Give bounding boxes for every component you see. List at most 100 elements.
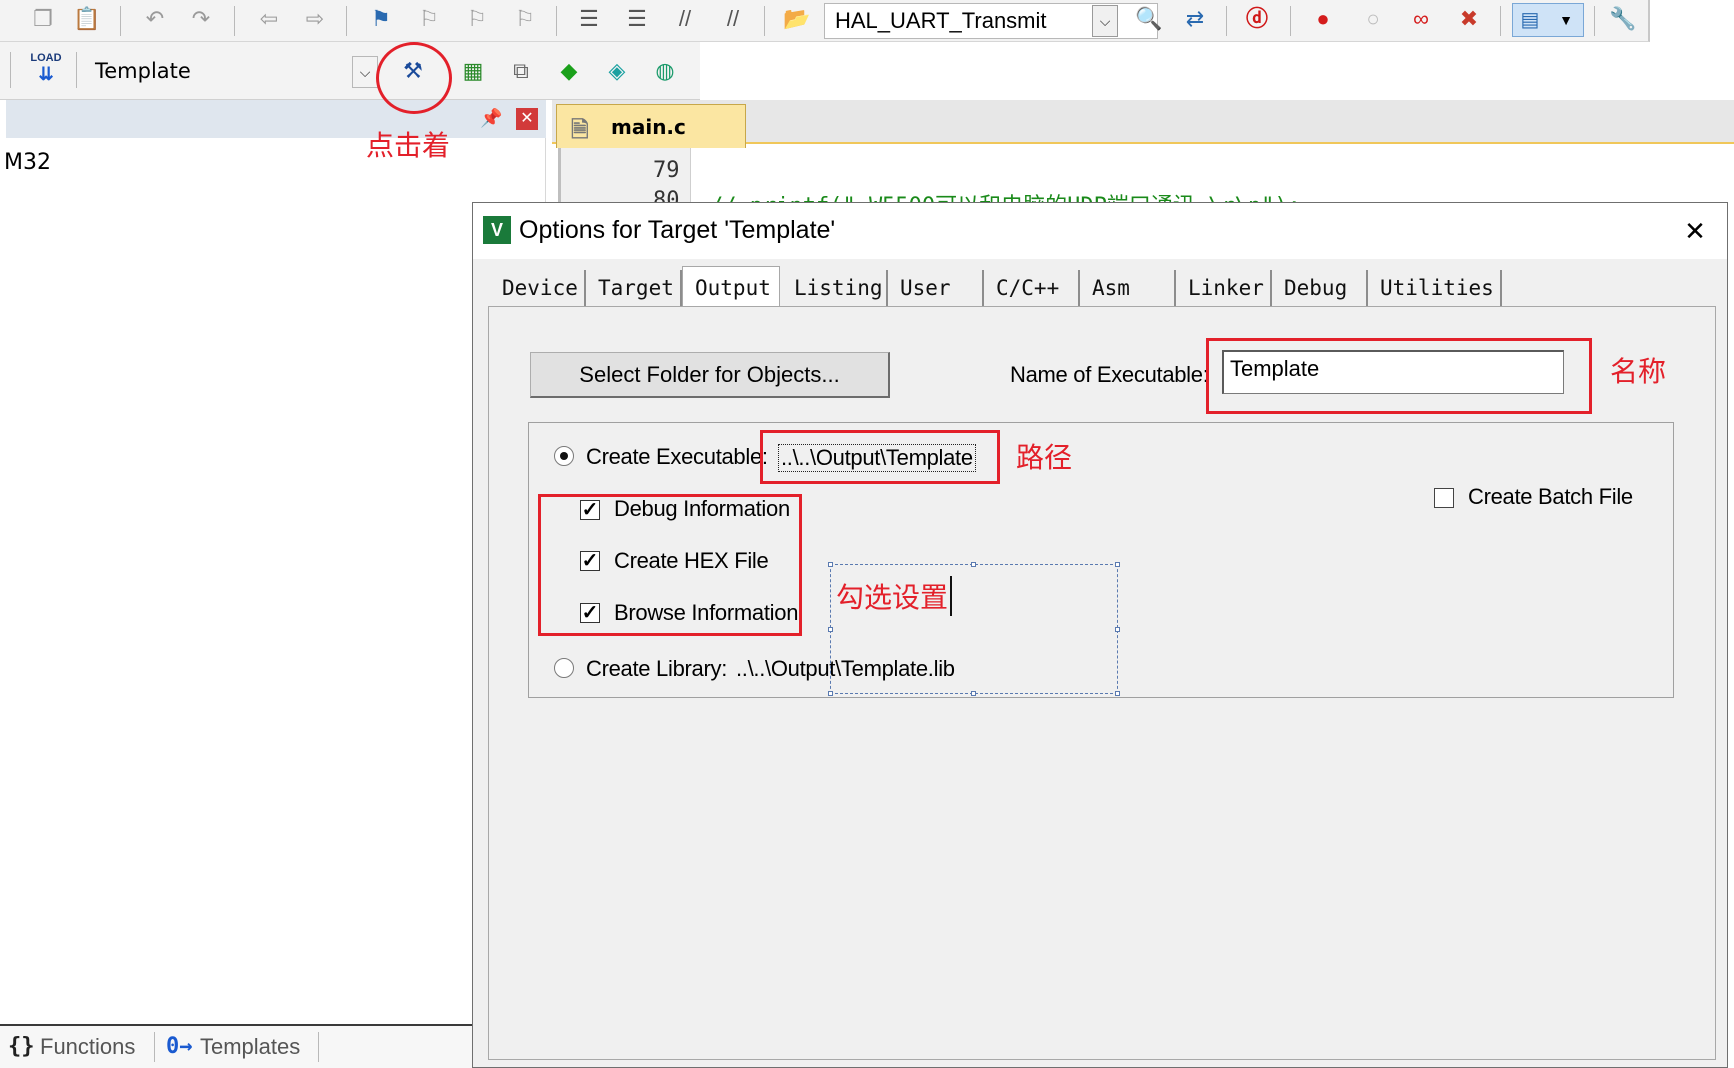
tab-utilities[interactable]: Utilities <box>1368 270 1502 306</box>
tab-main-c[interactable]: main.c 🗎 <box>556 104 746 148</box>
tab-debug[interactable]: Debug <box>1272 270 1368 306</box>
close-icon[interactable]: ✕ <box>1673 211 1717 251</box>
tab-target[interactable]: Target <box>586 270 682 306</box>
separator <box>1594 6 1595 36</box>
chevron-down-icon[interactable]: ⌵ <box>352 56 378 88</box>
resize-handle[interactable] <box>828 627 833 632</box>
bookmark-prev-icon[interactable]: ⚐ <box>414 4 444 34</box>
copy-icon[interactable]: ❐ <box>28 4 58 34</box>
nav-back-icon[interactable]: ⇦ <box>254 4 284 34</box>
download-arrow-icon: ⇊ <box>38 64 54 84</box>
download-icon[interactable]: LOAD ⇊ <box>26 52 66 88</box>
uncomment-icon[interactable]: // <box>718 4 748 34</box>
load-label: LOAD <box>30 52 62 64</box>
annotation-click: 点击着 <box>366 130 451 161</box>
annotation-name: 名称 <box>1610 356 1667 387</box>
separator <box>234 6 235 36</box>
tab-linker[interactable]: Linker <box>1176 270 1272 306</box>
tab-listing[interactable]: Listing <box>782 270 888 306</box>
create-batch-file-checkbox[interactable] <box>1434 488 1454 508</box>
configure-icon[interactable]: 🔧 <box>1608 4 1638 34</box>
manage-runtime-icon[interactable]: ◈ <box>602 56 632 86</box>
create-batch-file-label: Create Batch File <box>1468 484 1633 509</box>
find-replace-icon[interactable]: ⇄ <box>1180 4 1210 34</box>
templates-icon: 0→ <box>166 1034 193 1059</box>
tab-asm[interactable]: Asm <box>1080 270 1176 306</box>
unindent-icon[interactable]: ☰ <box>622 4 652 34</box>
tab-cpp[interactable]: C/C++ <box>984 270 1080 306</box>
keil-app-icon: V <box>483 216 511 244</box>
target-combo-value: Template <box>95 59 191 83</box>
line-number-gutter: 79 80 <box>561 148 691 213</box>
resize-handle[interactable] <box>1115 691 1120 696</box>
tab-device[interactable]: Device <box>490 270 586 306</box>
main-toolbar: ❐ 📋 ↶ ↷ ⇦ ⇨ ⚑ ⚐ ⚐ ⚐ ☰ ☰ // // 📂 HAL_UART… <box>0 0 1650 42</box>
resize-handle[interactable] <box>971 562 976 567</box>
separator <box>120 6 121 36</box>
pack-installer-icon[interactable]: ◍ <box>650 56 680 86</box>
breakpoint-disable-icon[interactable]: ○ <box>1358 4 1388 34</box>
breakpoint-disable-all-icon[interactable]: ∞ <box>1406 4 1436 34</box>
functions-icon: {} <box>8 1034 35 1059</box>
chevron-down-icon[interactable]: ⌵ <box>1092 5 1118 37</box>
click-highlight-circle <box>376 42 452 114</box>
paste-icon[interactable]: 📋 <box>72 4 102 34</box>
separator <box>10 52 11 88</box>
separator <box>76 52 77 88</box>
target-combo[interactable]: Template <box>84 53 394 89</box>
window-layout-button[interactable]: ▤ ▼ <box>1512 3 1584 37</box>
line-number: 79 <box>653 158 680 183</box>
window-layout-icon: ▤ <box>1520 9 1540 31</box>
pin-icon[interactable]: 📌 <box>480 108 502 130</box>
indent-icon[interactable]: ☰ <box>574 4 604 34</box>
comment-icon[interactable]: // <box>670 4 700 34</box>
separator <box>154 1032 155 1062</box>
find-icon[interactable]: 🔍 <box>1134 4 1164 34</box>
find-in-files-icon[interactable]: 📂 <box>782 4 812 34</box>
bookmark-next-icon[interactable]: ⚐ <box>462 4 492 34</box>
annotation-check-box <box>538 494 802 636</box>
resize-handle[interactable] <box>1115 627 1120 632</box>
build-toolbar: LOAD ⇊ Template ⌵ ⚒ ▦ ⧉ ◆ ◈ ◍ <box>0 42 700 100</box>
nav-forward-icon[interactable]: ⇨ <box>300 4 330 34</box>
breakpoint-kill-all-icon[interactable]: ✖ <box>1454 4 1484 34</box>
undo-icon[interactable]: ↶ <box>140 4 170 34</box>
create-executable-label: Create Executable: <box>586 444 768 469</box>
annotation-path-box <box>760 430 1000 484</box>
breakpoint-icon[interactable]: ● <box>1308 4 1338 34</box>
annotation-name-box <box>1206 338 1592 414</box>
separator <box>764 6 765 36</box>
tab-templates[interactable]: Templates <box>200 1034 300 1060</box>
separator <box>556 6 557 36</box>
create-library-radio[interactable] <box>554 658 574 678</box>
editor-tab-label: main.c <box>611 114 686 139</box>
annotation-path: 路径 <box>1016 442 1073 473</box>
project-panel-header: 📌 ✕ <box>6 100 546 138</box>
separator <box>346 6 347 36</box>
bookmark-icon[interactable]: ⚑ <box>366 4 396 34</box>
separator <box>1226 6 1227 36</box>
manage-components-icon[interactable]: ▦ <box>458 56 488 86</box>
annotation-check[interactable]: 勾选设置 <box>836 576 953 616</box>
component-green-icon[interactable]: ◆ <box>554 56 584 86</box>
dialog-title: Options for Target 'Template' <box>519 216 836 244</box>
select-packs-icon[interactable]: ⧉ <box>506 56 536 86</box>
project-tree-item[interactable]: M32 <box>4 150 51 175</box>
resize-handle[interactable] <box>828 562 833 567</box>
select-folder-button[interactable]: Select Folder for Objects... <box>530 352 890 398</box>
tab-user[interactable]: User <box>888 270 984 306</box>
file-icon: 🗎 <box>571 118 589 143</box>
resize-handle[interactable] <box>828 691 833 696</box>
caret-down-icon: ▼ <box>1559 12 1573 28</box>
create-library-label: Create Library: <box>586 656 728 681</box>
resize-handle[interactable] <box>1115 562 1120 567</box>
debug-start-icon[interactable]: ⓓ <box>1242 4 1272 34</box>
close-panel-icon[interactable]: ✕ <box>516 108 538 130</box>
resize-handle[interactable] <box>971 691 976 696</box>
separator <box>1500 6 1501 36</box>
tab-functions[interactable]: Functions <box>40 1034 135 1060</box>
tab-output[interactable]: Output <box>682 266 780 308</box>
bookmark-clear-icon[interactable]: ⚐ <box>510 4 540 34</box>
create-executable-radio[interactable] <box>554 446 574 466</box>
redo-icon[interactable]: ↷ <box>186 4 216 34</box>
